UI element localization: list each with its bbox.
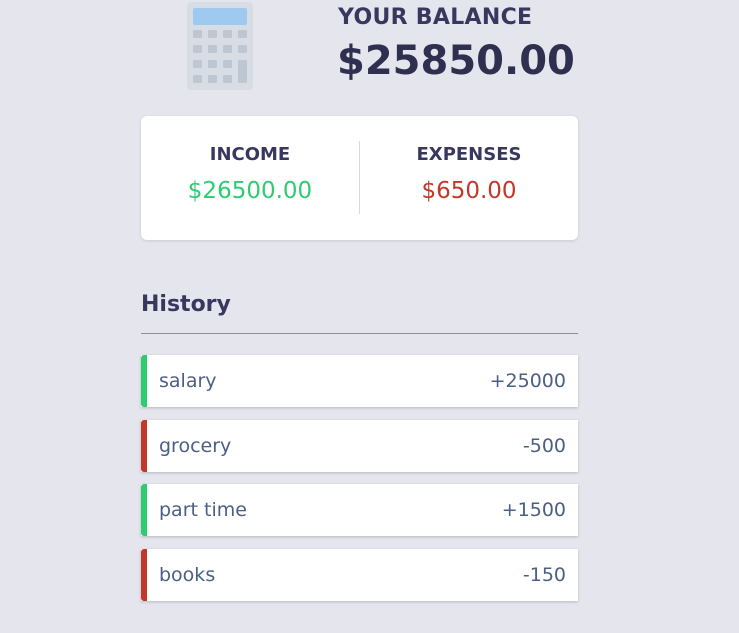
history-item-text: books [159,563,216,586]
expense-section: EXPENSES $650.00 [360,116,578,240]
history-item[interactable]: books -150 [141,548,578,601]
balance-header: YOUR BALANCE $25850.00 [187,0,575,95]
balance-label: YOUR BALANCE [338,5,533,30]
income-section: INCOME $26500.00 [141,116,359,240]
history-item-text: salary [159,370,217,392]
income-indicator [141,355,147,407]
income-expense-card: INCOME $26500.00 EXPENSES $650.00 [141,116,578,240]
history-item[interactable]: part time +1500 [141,484,578,536]
history-item-amount: +1500 [501,499,566,521]
history-item-text: part time [159,499,247,521]
history-item[interactable]: salary +25000 [141,355,578,407]
history-title: History [141,292,231,317]
balance-value: $25850.00 [337,38,575,84]
expense-label: EXPENSES [416,144,522,165]
income-label: INCOME [209,144,291,165]
expense-indicator [141,419,147,472]
income-indicator [141,484,147,536]
history-list: salary +25000 grocery -500 part time +15… [141,355,578,613]
history-divider [141,333,578,334]
expense-value: $650.00 [421,178,517,204]
income-value: $26500.00 [187,178,313,204]
history-item-text: grocery [159,434,232,457]
history-item[interactable]: grocery -500 [141,419,578,472]
history-item-amount: -150 [522,563,566,586]
calculator-icon [187,2,253,90]
history-item-amount: -500 [522,434,566,457]
expense-indicator [141,548,147,601]
history-item-amount: +25000 [489,370,566,392]
